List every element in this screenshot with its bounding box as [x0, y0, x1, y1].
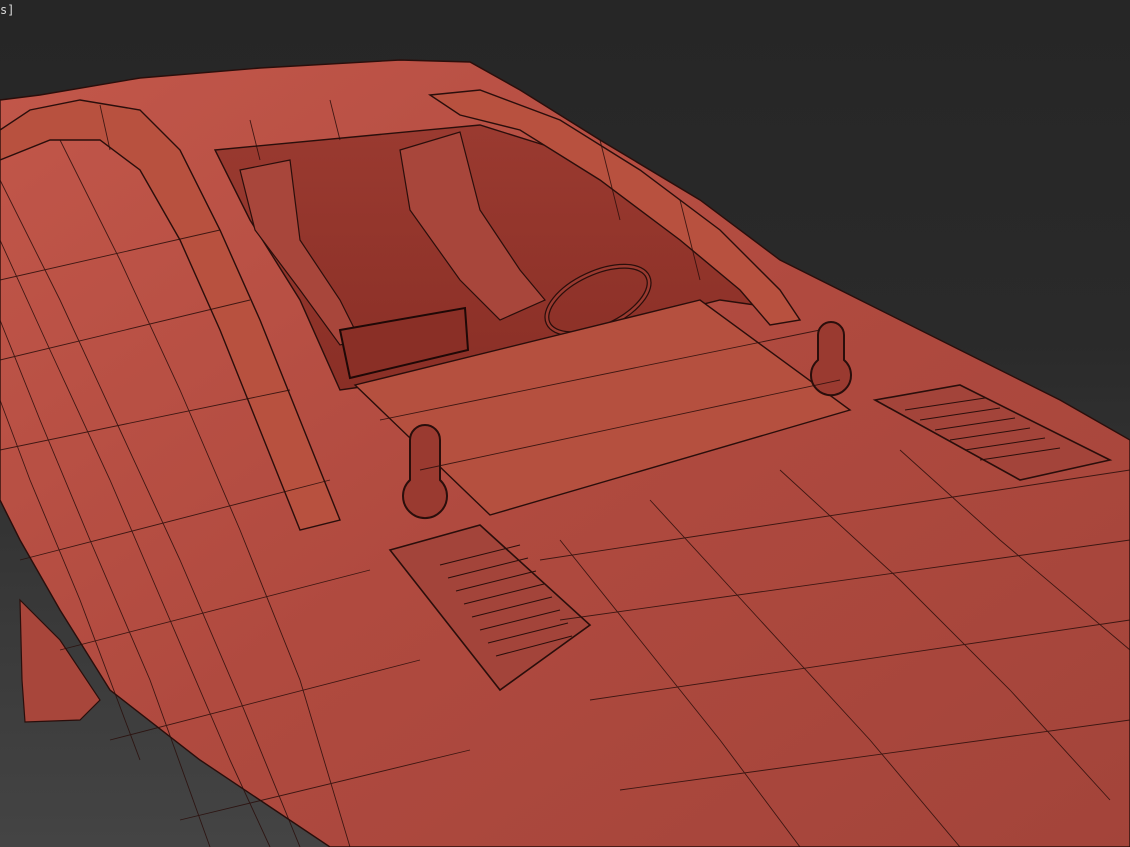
- car-wireframe-model[interactable]: [0, 0, 1130, 847]
- 3d-viewport[interactable]: s]: [0, 0, 1130, 847]
- keyhole-left: [402, 424, 448, 520]
